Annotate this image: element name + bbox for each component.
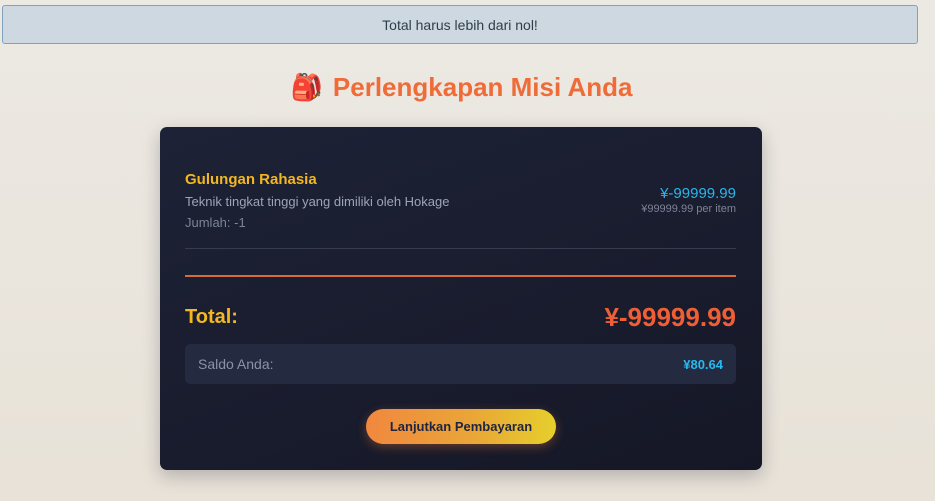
balance-label: Saldo Anda: <box>198 356 274 372</box>
item-quantity: Jumlah: -1 <box>185 215 246 230</box>
cart-card: Gulungan Rahasia Teknik tingkat tinggi y… <box>160 127 762 470</box>
total-value: ¥-99999.99 <box>604 302 736 332</box>
error-alert-message: Total harus lebih dari nol! <box>382 16 538 33</box>
page-title: 🎒 Perlengkapan Misi Anda <box>0 70 923 104</box>
item-divider <box>185 248 736 249</box>
balance-value: ¥80.64 <box>683 356 723 372</box>
error-alert: Total harus lebih dari nol! <box>2 5 918 44</box>
balance-box: Saldo Anda: ¥80.64 <box>185 344 736 384</box>
item-price: ¥-99999.99 <box>660 185 736 202</box>
checkout-button[interactable]: Lanjutkan Pembayaran <box>366 409 556 444</box>
item-description: Teknik tingkat tinggi yang dimiliki oleh… <box>185 194 450 209</box>
total-label: Total: <box>185 306 238 328</box>
page-title-text: Perlengkapan Misi Anda <box>332 72 633 102</box>
item-name: Gulungan Rahasia <box>185 171 317 188</box>
total-divider <box>185 275 736 277</box>
backpack-icon: 🎒 <box>290 72 323 102</box>
item-unit-price: ¥99999.99 per item <box>641 203 736 215</box>
